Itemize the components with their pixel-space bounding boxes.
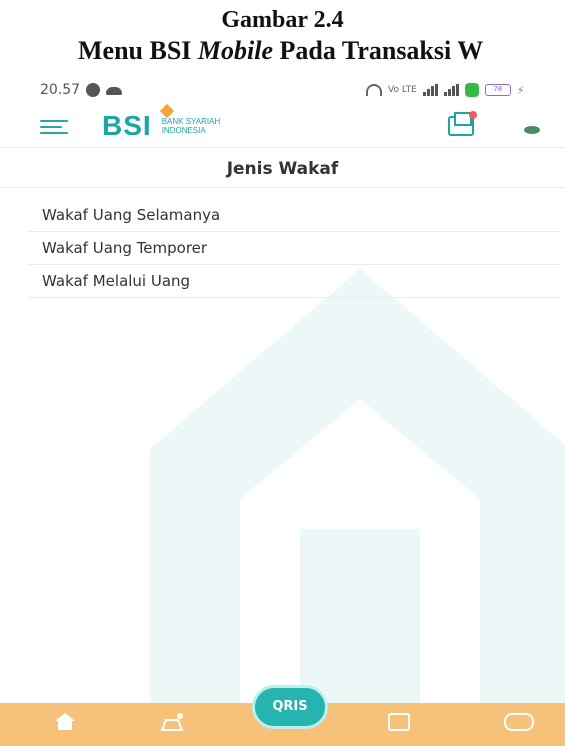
inbox-icon[interactable] (448, 111, 477, 136)
signal-icon-2 (443, 84, 459, 96)
status-bar: 20.57 Vo LTE 78 ⚡ (0, 80, 565, 102)
cloud-icon (106, 87, 122, 95)
home-icon[interactable] (54, 711, 76, 731)
main-content: Jenis Wakaf Wakaf Uang Selamanya Wakaf U… (0, 149, 565, 703)
wakaf-option-selamanya[interactable]: Wakaf Uang Selamanya (28, 199, 560, 232)
wifi-icon (366, 84, 382, 96)
watermark-logo (150, 269, 565, 703)
logo-text: BSI (102, 110, 152, 141)
wakaf-type-list: Wakaf Uang Selamanya Wakaf Uang Temporer… (28, 199, 560, 298)
shield-icon (464, 83, 479, 97)
bsi-logo: BSI BANK SYARIAH INDONESIA (102, 103, 242, 142)
hajj-icon[interactable] (160, 711, 184, 733)
profile-icon[interactable] (524, 126, 540, 134)
notification-icons (86, 83, 122, 97)
cash-icon[interactable] (504, 713, 534, 731)
figure-caption-number: Gambar 2.4 (221, 7, 344, 33)
wakaf-option-temporer[interactable]: Wakaf Uang Temporer (28, 232, 560, 265)
caption-prefix: Menu BSI (78, 36, 198, 65)
page-title: Jenis Wakaf (226, 159, 339, 179)
figure-caption-title: Menu BSI Mobile Pada Transaksi W (78, 36, 565, 66)
wakaf-option-melalui-uang[interactable]: Wakaf Melalui Uang (28, 265, 560, 298)
caption-italic: Mobile (197, 36, 274, 65)
status-time: 20.57 (40, 82, 81, 98)
volte-label: Vo LTE (388, 85, 417, 95)
qris-button[interactable]: QRIS (252, 685, 328, 729)
battery-icon: 78 (484, 84, 511, 96)
title-divider (0, 187, 565, 188)
menu-icon[interactable] (40, 120, 68, 134)
system-icons: Vo LTE 78 ⚡ (366, 83, 525, 97)
bottom-navigation: QRIS (0, 685, 565, 746)
logo-subtitle: BANK SYARIAH INDONESIA (161, 117, 221, 135)
logo-star-icon (159, 103, 175, 119)
app-header: BSI BANK SYARIAH INDONESIA (0, 103, 565, 148)
facebook-icon (86, 83, 100, 97)
bill-icon[interactable] (388, 713, 410, 731)
charging-icon: ⚡ (516, 83, 525, 97)
signal-icon (422, 84, 438, 96)
caption-suffix: Pada Transaksi W (273, 36, 484, 65)
